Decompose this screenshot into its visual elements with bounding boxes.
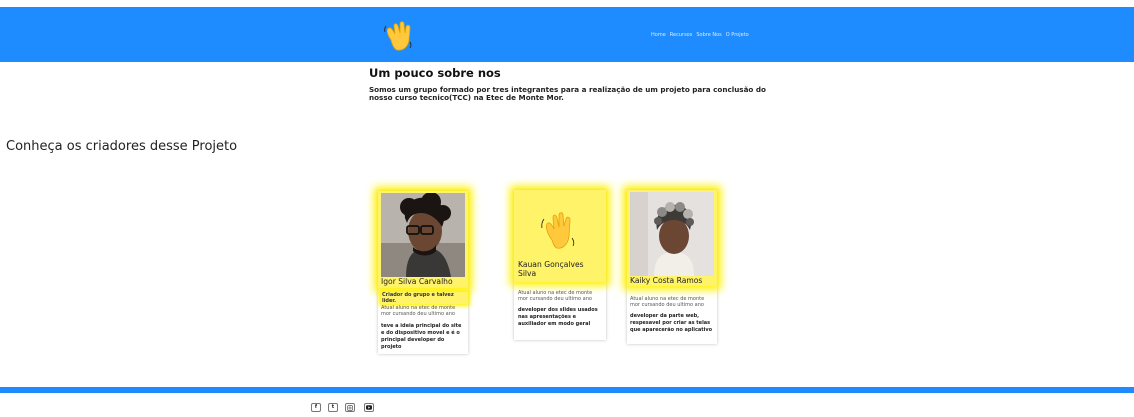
header-bar: Home Recursos Sobre Nos O Projeto bbox=[0, 7, 1134, 62]
creator-photo-frame: Kaiky Costa Ramos bbox=[627, 190, 717, 286]
waving-hand-icon[interactable] bbox=[383, 20, 413, 52]
creator-photo-kauan bbox=[518, 194, 602, 258]
creator-photo-frame: Igor Silva Carvalho bbox=[378, 191, 468, 288]
creator-card-kauan: Kauan Gonçalves Silva Atual aluno na ete… bbox=[514, 190, 606, 340]
about-title: Um pouco sobre nos bbox=[369, 66, 501, 80]
creator-task: developer dos slides usados nas apresent… bbox=[518, 307, 598, 327]
creator-photo-igor bbox=[381, 193, 465, 277]
creator-description: Atual aluno na etec de monte mor cursand… bbox=[630, 296, 705, 308]
nav-home[interactable]: Home bbox=[651, 32, 666, 38]
creators-title: Conheça os criadores desse Projeto bbox=[6, 139, 238, 154]
twitter-icon[interactable]: t bbox=[328, 403, 338, 412]
instagram-icon[interactable] bbox=[345, 403, 355, 412]
creator-card-igor: Igor Silva Carvalho Criador do grupo e t… bbox=[378, 191, 468, 354]
creator-task: developer da parte web, respesavel por c… bbox=[630, 313, 713, 333]
creator-task: teve a ideia principal do site e do disp… bbox=[381, 323, 462, 350]
creator-description: Atual aluno na etec de monte mor cursand… bbox=[381, 305, 456, 317]
top-nav: Home Recursos Sobre Nos O Projeto bbox=[651, 32, 749, 38]
facebook-icon[interactable]: f bbox=[311, 403, 321, 412]
nav-sobre-nos[interactable]: Sobre Nos bbox=[696, 32, 721, 38]
creator-photo-frame: Kauan Gonçalves Silva bbox=[514, 190, 606, 282]
creator-name: Kaiky Costa Ramos bbox=[630, 276, 703, 285]
creator-name: Igor Silva Carvalho bbox=[381, 277, 453, 286]
creator-name: Kauan Gonçalves Silva bbox=[518, 260, 584, 278]
youtube-icon[interactable] bbox=[364, 403, 374, 412]
footer-bar bbox=[0, 387, 1134, 393]
creator-role: Criador do grupo e talvez lider. bbox=[381, 292, 468, 304]
about-text: Somos um grupo formado por tres integran… bbox=[369, 85, 766, 102]
creator-card-kaiky: Kaiky Costa Ramos Atual aluno na etec de… bbox=[627, 190, 717, 344]
nav-o-projeto[interactable]: O Projeto bbox=[726, 32, 749, 38]
creator-description: Atual aluno na etec de monte mor cursand… bbox=[518, 290, 593, 302]
nav-recursos[interactable]: Recursos bbox=[670, 32, 693, 38]
creator-photo-kaiky bbox=[630, 192, 714, 276]
